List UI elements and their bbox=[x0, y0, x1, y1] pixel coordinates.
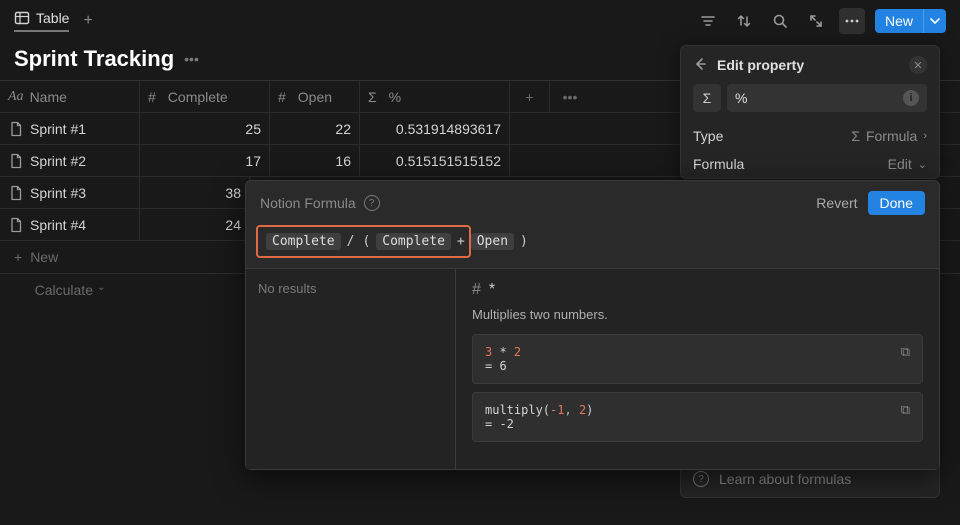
cell-open: 16 bbox=[335, 153, 351, 169]
paren-close: ) bbox=[518, 234, 530, 249]
col-complete[interactable]: # Complete bbox=[140, 81, 270, 112]
sort-icon[interactable] bbox=[731, 8, 757, 34]
revert-button[interactable]: Revert bbox=[816, 195, 857, 211]
token-complete: Complete bbox=[266, 233, 341, 250]
title-more-icon[interactable]: ••• bbox=[184, 51, 199, 67]
plus-icon: + bbox=[14, 249, 22, 265]
col-name-label: Name bbox=[30, 89, 67, 105]
copy-icon[interactable]: ⧉ bbox=[901, 345, 910, 360]
help-icon[interactable]: ? bbox=[364, 195, 380, 211]
row-name: Sprint #1 bbox=[30, 121, 86, 137]
help-description: Multiplies two numbers. bbox=[472, 307, 923, 322]
paren-open: ( bbox=[360, 234, 372, 249]
formula-value: Edit bbox=[888, 156, 912, 172]
add-view-button[interactable]: + bbox=[79, 10, 96, 32]
formula-row[interactable]: Formula Edit ⌄ bbox=[681, 150, 939, 178]
col-complete-label: Complete bbox=[168, 89, 228, 105]
property-type-icon-button[interactable]: Σ bbox=[693, 84, 721, 112]
table-tab[interactable]: Table bbox=[14, 10, 69, 32]
help-icon: ? bbox=[693, 471, 709, 487]
filter-icon[interactable] bbox=[695, 8, 721, 34]
cell-complete: 38 bbox=[225, 185, 241, 201]
col-name[interactable]: Aa Name bbox=[0, 81, 140, 112]
op-plus: + bbox=[455, 234, 467, 249]
back-icon[interactable] bbox=[693, 57, 707, 74]
type-value: Formula bbox=[866, 128, 917, 144]
col-formula[interactable]: Σ % bbox=[360, 81, 510, 112]
chevron-down-icon: ⌄ bbox=[97, 282, 105, 298]
edit-property-panel: Edit property ✕ Σ % i Type Σ Formula › F… bbox=[680, 45, 940, 179]
chevron-down-icon: ⌄ bbox=[918, 158, 927, 171]
cell-complete: 24 bbox=[225, 217, 241, 233]
page-icon bbox=[8, 185, 24, 201]
col-open[interactable]: # Open bbox=[270, 81, 360, 112]
sigma-icon: Σ bbox=[851, 128, 860, 144]
search-icon[interactable] bbox=[767, 8, 793, 34]
done-button[interactable]: Done bbox=[868, 191, 925, 215]
row-name: Sprint #3 bbox=[30, 185, 86, 201]
close-icon[interactable]: ✕ bbox=[909, 56, 927, 74]
column-more-icon[interactable]: ••• bbox=[550, 81, 590, 112]
calculate-label: Calculate bbox=[35, 282, 93, 298]
sigma-icon: Σ bbox=[368, 89, 377, 105]
more-icon[interactable] bbox=[839, 8, 865, 34]
new-button-label: New bbox=[875, 9, 923, 33]
token-open: Open bbox=[471, 233, 514, 250]
op-divide: / bbox=[345, 234, 357, 249]
page-icon bbox=[8, 153, 24, 169]
learn-label: Learn about formulas bbox=[719, 471, 851, 487]
property-name-input[interactable]: % i bbox=[727, 84, 927, 112]
info-icon[interactable]: i bbox=[903, 90, 919, 106]
new-button[interactable]: New bbox=[875, 9, 946, 33]
chevron-right-icon: › bbox=[923, 130, 927, 142]
chevron-down-icon[interactable] bbox=[923, 9, 946, 33]
cell-formula: 0.515151515152 bbox=[396, 153, 501, 169]
formula-header-label: Notion Formula bbox=[260, 195, 356, 211]
text-type-icon: Aa bbox=[8, 89, 24, 105]
code-example-2: multiply(-1, 2) = -2 ⧉ bbox=[472, 392, 923, 442]
add-row-label: New bbox=[30, 249, 58, 265]
formula-label: Formula bbox=[693, 156, 744, 172]
cell-complete: 25 bbox=[245, 121, 261, 137]
no-results-text: No results bbox=[258, 281, 317, 296]
number-type-icon: # bbox=[148, 89, 156, 105]
star-symbol: * bbox=[489, 281, 495, 299]
calculate-button[interactable]: Calculate ⌄ bbox=[0, 274, 140, 306]
cell-open: 22 bbox=[335, 121, 351, 137]
formula-editor: Notion Formula ? Revert Done Complete / … bbox=[245, 180, 940, 470]
page-title: Sprint Tracking bbox=[14, 46, 174, 72]
hash-icon: # bbox=[472, 281, 481, 299]
col-formula-label: % bbox=[389, 89, 401, 105]
panel-title: Edit property bbox=[717, 57, 899, 73]
expand-icon[interactable] bbox=[803, 8, 829, 34]
table-tab-label: Table bbox=[36, 10, 69, 26]
type-label: Type bbox=[693, 128, 723, 144]
code-example-1: 3 * 2 = 6 ⧉ bbox=[472, 334, 923, 384]
cell-complete: 17 bbox=[245, 153, 261, 169]
page-icon bbox=[8, 217, 24, 233]
formula-results-list: No results bbox=[246, 269, 456, 469]
formula-input[interactable]: Complete / ( Complete + Open ) bbox=[256, 225, 471, 258]
token-complete-2: Complete bbox=[376, 233, 451, 250]
add-column-button[interactable]: + bbox=[510, 81, 550, 112]
type-row[interactable]: Type Σ Formula › bbox=[681, 122, 939, 150]
page-icon bbox=[8, 121, 24, 137]
table-icon bbox=[14, 10, 30, 26]
property-name-value: % bbox=[735, 90, 747, 106]
cell-formula: 0.531914893617 bbox=[396, 121, 501, 137]
col-open-label: Open bbox=[298, 89, 332, 105]
view-toolbar: Table + New bbox=[0, 0, 960, 42]
formula-help-panel: # * Multiplies two numbers. 3 * 2 = 6 ⧉ … bbox=[456, 269, 939, 469]
copy-icon[interactable]: ⧉ bbox=[901, 403, 910, 418]
row-name: Sprint #4 bbox=[30, 217, 86, 233]
number-type-icon: # bbox=[278, 89, 286, 105]
row-name: Sprint #2 bbox=[30, 153, 86, 169]
